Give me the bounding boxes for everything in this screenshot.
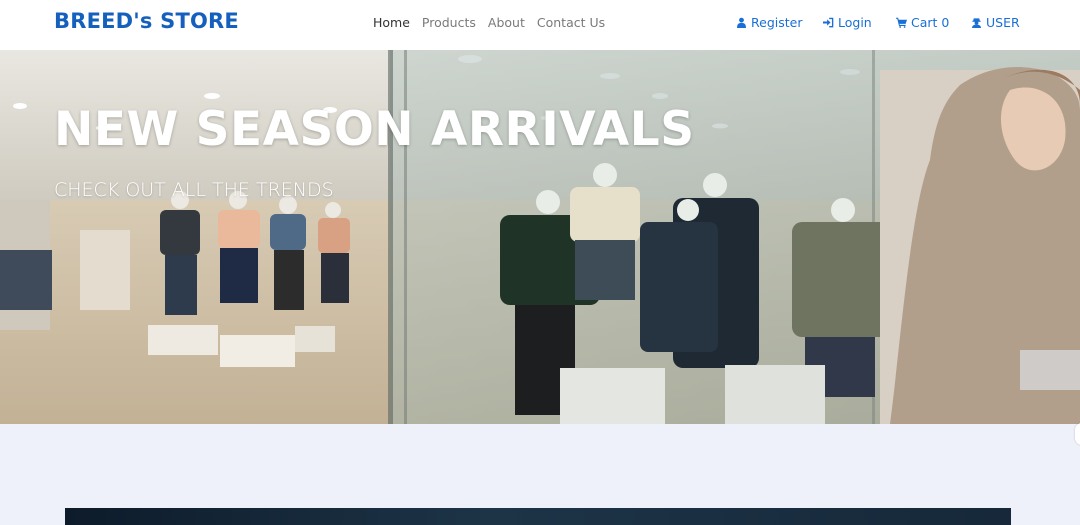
cart-link[interactable]: Cart 0 [896, 15, 949, 30]
login-label: Login [838, 15, 872, 30]
user-icon [737, 17, 746, 28]
user-secret-icon [972, 18, 981, 28]
nav-link-about[interactable]: About [488, 15, 525, 30]
nav-link-home[interactable]: Home [373, 15, 410, 30]
user-link[interactable]: USER [971, 15, 1020, 30]
nav-link-contact[interactable]: Contact Us [537, 15, 605, 30]
hero-title: NEW SEASON ARRIVALS [54, 102, 695, 157]
hero-banner: NEW SEASON ARRIVALS CHECK OUT ALL THE TR… [0, 50, 1080, 424]
login-link[interactable]: Login [823, 15, 872, 30]
carousel-next-control[interactable] [1075, 423, 1080, 445]
hero-subtitle: CHECK OUT ALL THE TRENDS [54, 179, 334, 201]
register-label: Register [751, 15, 803, 30]
promo-banner [65, 508, 1011, 525]
nav-link-products[interactable]: Products [422, 15, 476, 30]
user-label: USER [986, 15, 1020, 30]
main-nav: Home Products About Contact Us [373, 15, 605, 30]
shopping-cart-icon [896, 17, 907, 28]
navbar: BREED's STORE Home Products About Contac… [0, 0, 1080, 50]
brand-logo-link[interactable]: BREED's STORE [54, 9, 239, 33]
cart-label: Cart 0 [911, 15, 950, 30]
sign-in-icon [823, 17, 834, 28]
register-link[interactable]: Register [736, 15, 802, 30]
